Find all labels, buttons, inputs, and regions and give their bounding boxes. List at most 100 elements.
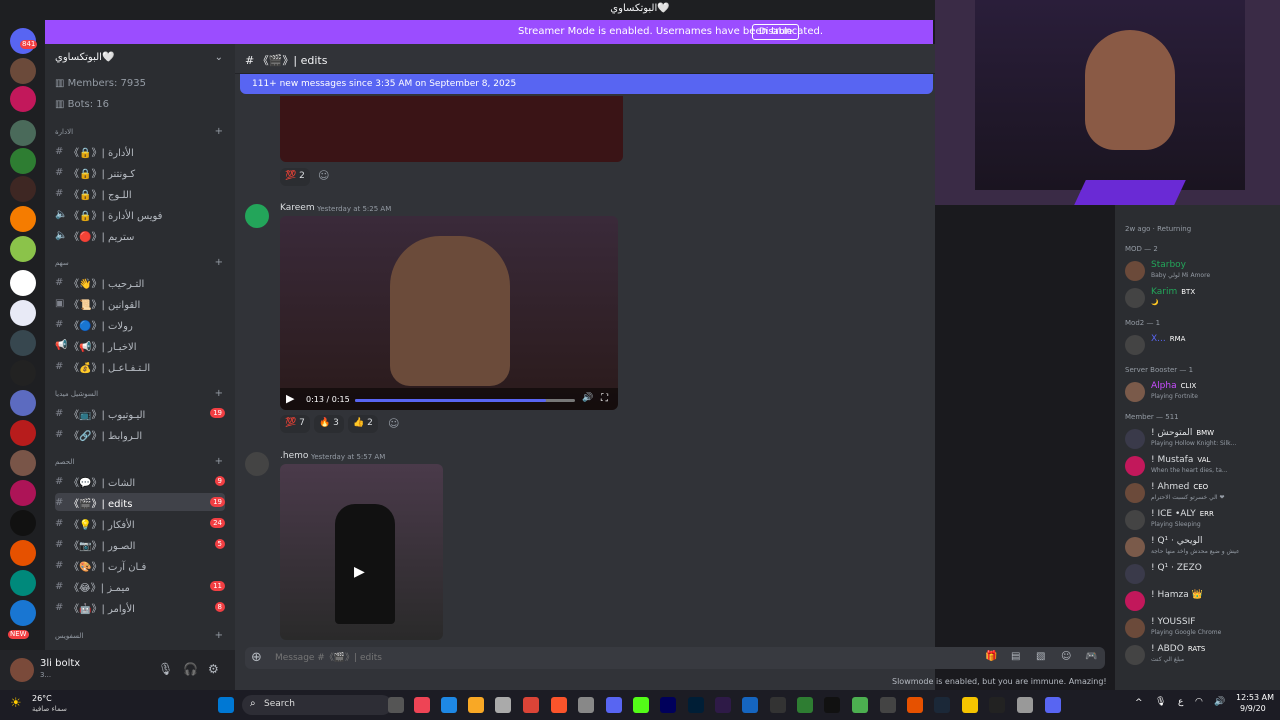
play-icon[interactable]: ▶ [286, 392, 294, 405]
gear-icon[interactable]: ⚙ [208, 662, 219, 676]
channel-item[interactable]: # 《🔗》| الـروابط [55, 425, 225, 443]
video-player[interactable]: ▶ 0:13 / 0:15 🔊 ⛶ [280, 216, 618, 410]
sticker-icon[interactable]: ▧ [1036, 651, 1045, 662]
member-item[interactable]: ! YOUSSIF Playing Google Chrome [1125, 616, 1275, 640]
steam-icon[interactable] [934, 697, 950, 713]
avatar[interactable] [1125, 510, 1145, 530]
windows-start-icon[interactable] [218, 697, 234, 713]
category-header[interactable]: السوشيل ميديا [55, 390, 98, 398]
app-icon[interactable] [962, 697, 978, 713]
obs-icon[interactable] [578, 697, 594, 713]
clock-date[interactable]: 9/9/20 [1240, 704, 1266, 713]
avatar[interactable] [1125, 537, 1145, 557]
microphone-icon[interactable]: 🎙 [1155, 697, 1166, 707]
app-icon[interactable] [770, 697, 786, 713]
add-channel-icon[interactable]: + [215, 126, 223, 137]
channel-item[interactable]: # 《📺》| اليـوتيوب 19 [55, 404, 225, 422]
app-icon[interactable] [797, 697, 813, 713]
member-item[interactable]: Alpha CLIX Playing Fortnite [1125, 380, 1275, 404]
discord-icon[interactable] [606, 697, 622, 713]
member-item[interactable]: Karim BTX 🌙 [1125, 286, 1275, 310]
avatar[interactable] [1125, 335, 1145, 355]
app-icon[interactable] [715, 697, 731, 713]
member-item[interactable]: ! ABDO RATS مبلغ الي كنت [1125, 643, 1275, 667]
channel-item[interactable]: # 《🔒》| الأدارة [55, 142, 225, 160]
app-icon[interactable] [880, 697, 896, 713]
server-icon[interactable] [10, 480, 36, 506]
reaction-chip[interactable]: 🔥 3 [314, 415, 344, 433]
add-reaction-icon[interactable]: ☺ [388, 417, 399, 430]
channel-item[interactable]: # 《😂》| ميمـز 11 [55, 577, 225, 595]
app-icon[interactable] [414, 697, 430, 713]
message-input[interactable] [275, 650, 935, 666]
channel-item[interactable]: 🔈 《🔴》| ستريم [55, 226, 225, 244]
fullscreen-icon[interactable]: ⛶ [601, 393, 608, 404]
explorer-icon[interactable] [468, 697, 484, 713]
avatar[interactable] [1125, 429, 1145, 449]
avatar[interactable] [245, 452, 269, 476]
server-icon[interactable] [10, 270, 36, 296]
member-item[interactable]: ! Ahmed CEO الي خسرتو كسبت الاحترام ❤ [1125, 481, 1275, 505]
category-header[interactable]: الادارة [55, 128, 73, 136]
server-icon[interactable] [10, 120, 36, 146]
avatar[interactable] [10, 658, 34, 682]
disable-button[interactable]: Disable [752, 24, 800, 40]
member-item[interactable]: ! المتوحش BMW Playing Hollow Knight: Silk.… [1125, 427, 1275, 451]
channel-item-selected[interactable]: # 《🎬》| edits 19 [55, 493, 225, 511]
channel-item[interactable]: # 《💬》| الشات 9 [55, 472, 225, 490]
member-item[interactable]: ! ICE •ALY ERR Playing Sleeping [1125, 508, 1275, 532]
wifi-icon[interactable]: ◠ [1195, 697, 1203, 707]
photoshop-icon[interactable] [688, 697, 704, 713]
avatar[interactable] [1125, 382, 1145, 402]
server-icon[interactable] [10, 360, 36, 386]
channel-item[interactable]: # 《🤖》| الأوامر 8 [55, 598, 225, 616]
server-icon[interactable] [10, 510, 36, 536]
message-author[interactable]: .hemo [280, 451, 308, 461]
avatar[interactable] [1125, 261, 1145, 281]
clock-time[interactable]: 12:53 AM [1236, 693, 1274, 702]
video-thumbnail[interactable]: ▶ [280, 464, 443, 640]
channel-item[interactable]: # 《🎨》| فـان آرت [55, 556, 225, 574]
channel-item[interactable]: # 《👋》| التـرحيب [55, 273, 225, 291]
app-icon[interactable] [907, 697, 923, 713]
taskbar-search[interactable]: ⌕ Search [242, 695, 392, 715]
tiktok-icon[interactable] [824, 697, 840, 713]
add-channel-icon[interactable]: + [215, 456, 223, 467]
chevron-down-icon[interactable]: ⌄ [215, 52, 223, 63]
server-icon[interactable] [10, 86, 36, 112]
avatar[interactable] [1125, 618, 1145, 638]
server-name[interactable]: البوتكساوي🤍 [55, 52, 114, 63]
microphone-icon[interactable]: 🎙 [158, 662, 173, 676]
video-thumbnail-previous[interactable] [280, 96, 623, 162]
avatar[interactable] [1125, 591, 1145, 611]
brave-icon[interactable] [551, 697, 567, 713]
server-icon[interactable] [10, 300, 36, 326]
channel-item[interactable]: # 《📷》| الصـور 5 [55, 535, 225, 553]
volume-icon[interactable]: 🔊 [1214, 697, 1225, 707]
server-icon[interactable] [10, 450, 36, 476]
server-icon[interactable] [10, 58, 36, 84]
edge-icon[interactable] [441, 697, 457, 713]
channel-item[interactable]: 📢 《📢》| الاخبـار [55, 336, 225, 354]
channel-item[interactable]: ▣ 《📜》| القوانين [55, 294, 225, 312]
member-item[interactable]: ! Q¹ · الويحي عيش و ضيع محدش واخد منها حا… [1125, 535, 1275, 559]
avatar[interactable] [1125, 564, 1145, 584]
chevron-up-icon[interactable]: ^ [1135, 698, 1143, 708]
avatar[interactable] [245, 204, 269, 228]
apps-icon[interactable]: 🎮 [1085, 651, 1097, 662]
add-channel-icon[interactable]: + [215, 257, 223, 268]
member-item[interactable]: Starboy Baby لولي Mi Amore [1125, 259, 1275, 283]
app-icon[interactable] [989, 697, 1005, 713]
language-indicator[interactable]: ع [1178, 697, 1183, 707]
server-icon[interactable] [10, 148, 36, 174]
reaction-chip[interactable]: 💯 7 [280, 415, 310, 433]
message-author[interactable]: Kareem [280, 203, 315, 213]
server-icon[interactable] [10, 600, 36, 626]
store-icon[interactable] [495, 697, 511, 713]
member-item[interactable]: ! Hamza 👑 [1125, 589, 1275, 613]
server-icon[interactable] [10, 236, 36, 262]
avatar[interactable] [1125, 288, 1145, 308]
server-icon[interactable] [10, 176, 36, 202]
channel-item[interactable]: # 《🔒》| اللـوج [55, 184, 225, 202]
play-icon[interactable]: ▶ [354, 564, 365, 580]
